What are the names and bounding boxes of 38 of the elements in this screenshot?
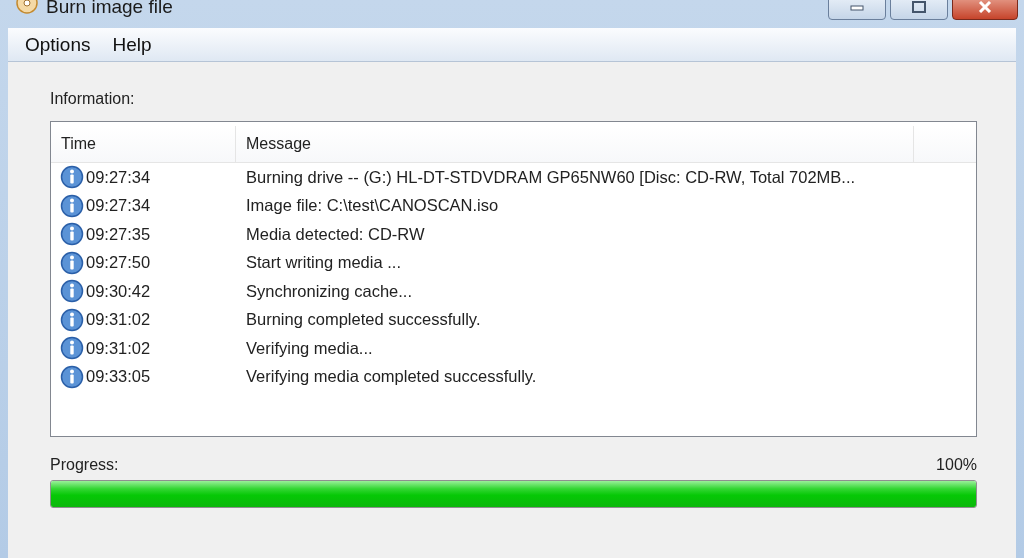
info-icon — [60, 364, 84, 389]
time-cell: 09:27:34 — [86, 167, 151, 187]
message-cell-text: Verifying media... — [245, 338, 374, 358]
window-title: Burn image file — [46, 0, 173, 18]
info-icon — [60, 307, 84, 332]
progress-percent: 100% — [936, 456, 977, 474]
progress-label: Progress: — [50, 456, 119, 474]
info-icon — [60, 165, 84, 190]
message-cell-text: Image file: C:\test\CANOSCAN.iso — [245, 196, 500, 216]
time-cell: 09:27:50 — [86, 253, 151, 273]
time-cell: 09:30:42 — [86, 281, 151, 301]
message-cell-text: Media detected: CD-RW — [245, 224, 426, 244]
time-cell: 09:31:02 — [86, 310, 151, 330]
minimize-icon — [850, 3, 864, 11]
column-header[interactable]: Time — [51, 126, 236, 162]
time-cell: 09:27:34 — [86, 196, 151, 216]
message-cell-text: Burning drive -- (G:) HL-DT-STDVDRAM GP65NW60 [Disc: CD-RW, Total 702MB... — [245, 167, 857, 187]
menu-item[interactable]: Help — [103, 31, 161, 58]
maximize-icon — [912, 1, 926, 13]
info-icon — [60, 222, 84, 247]
message-cell-text: Verifying media completed successfully. — [245, 367, 538, 387]
message-cell-text: Start writing media ... — [245, 253, 402, 273]
time-cell: 09:33:05 — [86, 367, 151, 387]
info-icon — [60, 250, 84, 275]
message-cell-text: Burning completed successfully. — [245, 310, 482, 330]
maximize-button[interactable] — [890, 0, 948, 20]
menu-item[interactable]: Options — [16, 31, 100, 58]
close-icon — [978, 1, 992, 13]
time-cell: 09:27:35 — [86, 224, 151, 244]
time-cell: 09:31:02 — [86, 338, 151, 358]
minimize-button[interactable] — [828, 0, 886, 20]
info-icon — [60, 336, 84, 361]
info-icon — [60, 279, 84, 304]
info-icon — [60, 193, 84, 218]
message-cell-text: Synchronizing cache... — [245, 281, 413, 301]
close-button[interactable] — [952, 0, 1018, 20]
column-header[interactable]: Message — [236, 126, 914, 162]
section-label: Information: — [50, 90, 136, 108]
